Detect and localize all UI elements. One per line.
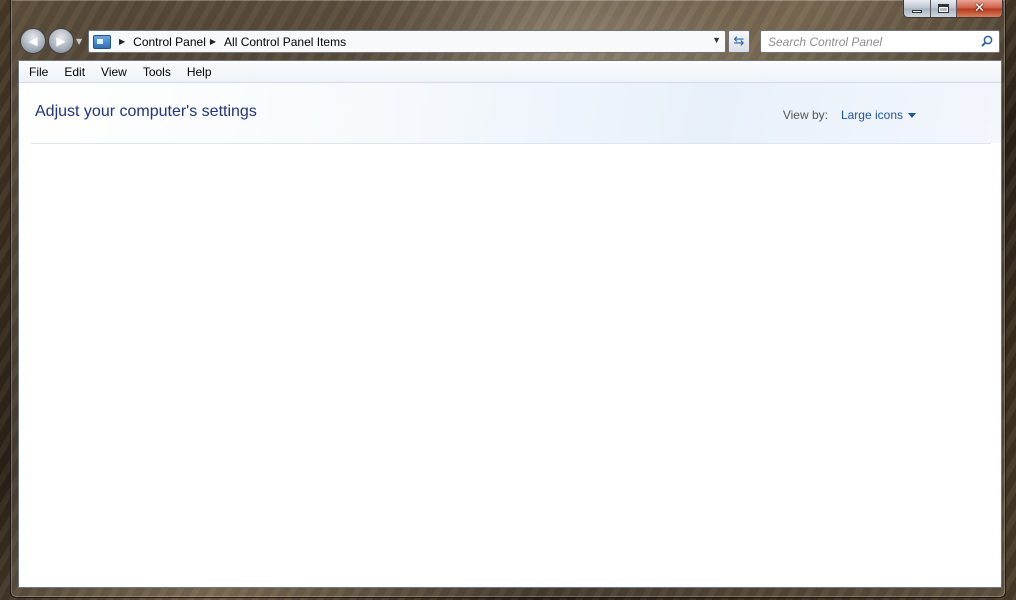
forward-button[interactable]: ▶ — [48, 28, 74, 54]
maximize-button[interactable] — [930, 0, 956, 17]
minimize-icon — [912, 10, 922, 13]
breadcrumb-control-panel[interactable]: Control Panel — [133, 35, 206, 49]
search-input[interactable] — [768, 34, 978, 49]
maximize-icon — [938, 4, 949, 13]
menu-tools[interactable]: Tools — [135, 65, 179, 79]
view-by-control: View by: Large icons — [783, 108, 916, 122]
navigation-bar: ◀ ▶ ▼ ▶ Control Panel ▶ All Control Pane… — [20, 28, 1004, 56]
menu-file[interactable]: File — [19, 65, 56, 79]
refresh-icon: ⇆ — [733, 34, 745, 49]
close-button[interactable]: ✕ — [956, 0, 1002, 17]
menu-help[interactable]: Help — [179, 65, 220, 79]
address-dropdown-icon[interactable]: ▼ — [712, 35, 721, 45]
control-panel-items-area — [19, 144, 1001, 584]
view-by-label: View by: — [782, 108, 828, 122]
close-icon: ✕ — [974, 1, 985, 16]
breadcrumb-separator-icon[interactable]: ▶ — [210, 37, 216, 46]
page-title: Adjust your computer's settings — [35, 103, 257, 120]
menu-bar: File Edit View Tools Help — [19, 61, 1001, 83]
content-panel: File Edit View Tools Help Adjust your co… — [18, 60, 1002, 588]
search-box[interactable] — [760, 30, 1000, 53]
minimize-button[interactable] — [904, 0, 930, 17]
back-button[interactable]: ◀ — [20, 28, 46, 54]
forward-arrow-icon: ▶ — [56, 34, 66, 48]
search-icon[interactable] — [981, 35, 993, 47]
header-area: Adjust your computer's settings View by:… — [19, 83, 1001, 143]
refresh-button[interactable]: ⇆ — [728, 30, 750, 53]
caption-buttons: ✕ — [903, 0, 1003, 18]
view-by-arrow-icon[interactable] — [908, 113, 916, 118]
menu-edit[interactable]: Edit — [56, 65, 93, 79]
breadcrumb-all-items[interactable]: All Control Panel Items — [224, 35, 346, 49]
back-arrow-icon: ◀ — [28, 34, 38, 48]
breadcrumb-separator-icon[interactable]: ▶ — [119, 37, 125, 46]
recent-pages-dropdown-icon[interactable]: ▼ — [76, 37, 82, 46]
address-bar[interactable]: ▶ Control Panel ▶ All Control Panel Item… — [88, 30, 726, 53]
menu-view[interactable]: View — [93, 65, 135, 79]
control-panel-icon — [93, 34, 111, 49]
view-by-dropdown[interactable]: Large icons — [841, 108, 903, 122]
